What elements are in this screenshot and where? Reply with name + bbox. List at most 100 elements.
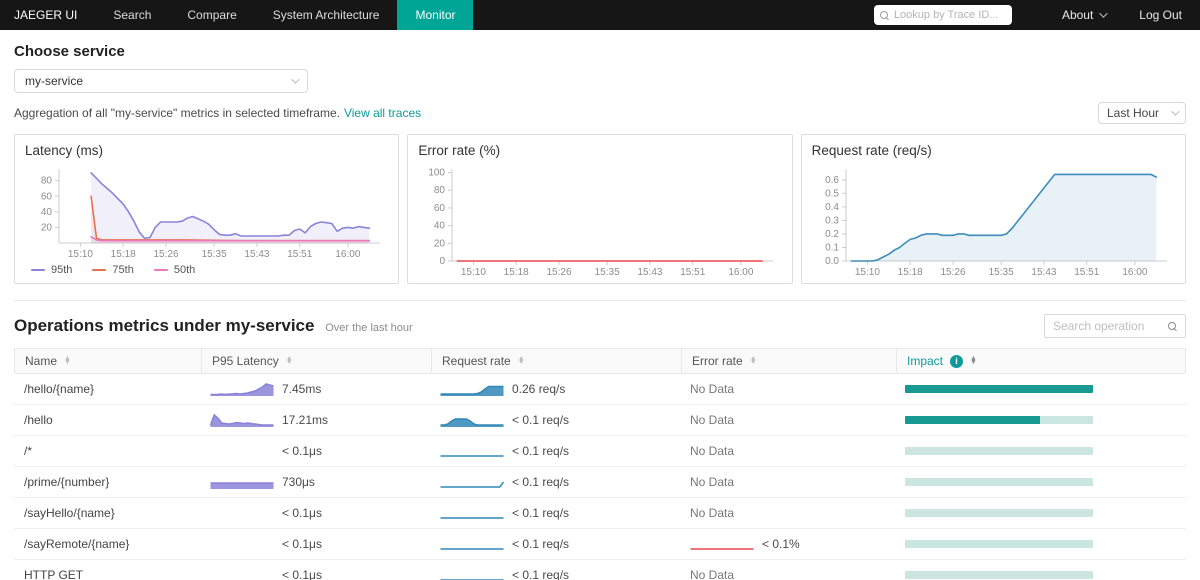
latency-sparkline (210, 443, 274, 459)
svg-text:60: 60 (41, 191, 53, 202)
impact-bar (905, 540, 1093, 548)
latency-sparkline (210, 381, 274, 397)
svg-text:15:51: 15:51 (287, 249, 312, 260)
latency-chart-panel: Latency (ms) 20 40 60 80 15:10 15:18 15:26 15:3… (14, 134, 400, 284)
logout-button[interactable]: Log Out (1129, 8, 1200, 22)
svg-text:0: 0 (440, 256, 446, 267)
legend-item-75th[interactable]: 75th (92, 264, 134, 276)
operation-name[interactable]: /sayRemote/{name} (14, 529, 200, 559)
service-charts-row: Latency (ms) 20 40 60 80 15:10 15:18 15:26 15:3… (14, 134, 1186, 284)
operation-search-input[interactable] (1053, 319, 1163, 333)
operation-name[interactable]: /prime/{number} (14, 467, 200, 497)
view-all-traces-link[interactable]: View all traces (344, 106, 421, 120)
svg-text:16:00: 16:00 (335, 249, 360, 260)
about-menu[interactable]: About (1038, 8, 1129, 22)
request-rate-value: < 0.1 req/s (512, 537, 570, 551)
request-rate-value: < 0.1 req/s (512, 444, 570, 458)
latency-value: 730μs (282, 475, 315, 489)
svg-text:15:18: 15:18 (897, 267, 922, 278)
table-row: /sayRemote/{name} < 0.1μs < 0.1 req/s < 0.1… (14, 529, 1186, 560)
legend-item-95th[interactable]: 95th (31, 264, 72, 276)
impact-info-icon[interactable]: i (950, 354, 964, 368)
choose-service-title: Choose service (14, 43, 125, 60)
latency-value: < 0.1μs (282, 506, 322, 520)
impact-bar (905, 416, 1093, 424)
svg-text:15:18: 15:18 (111, 249, 136, 260)
request-rate-sparkline (440, 381, 504, 397)
error-rate-cell: No Data (680, 498, 895, 528)
sort-icon[interactable]: ▲ ▼ (750, 355, 757, 366)
svg-text:15:18: 15:18 (504, 267, 529, 278)
nav-item-monitor[interactable]: Monitor (397, 0, 474, 30)
trace-lookup-input[interactable] (893, 9, 1006, 21)
error-rate-chart-title: Error rate (%) (418, 143, 501, 158)
request-rate-value-cell: 0.26 req/s (430, 374, 680, 404)
aggregation-text: Aggregation of all "my-service" metrics … (14, 106, 422, 120)
jaeger-logo[interactable]: JAEGER UI (0, 0, 95, 30)
nav-item-search[interactable]: Search (95, 0, 169, 30)
legend-item-50th[interactable]: 50th (153, 264, 195, 276)
svg-text:15:51: 15:51 (681, 267, 706, 278)
error-rate-value: No Data (690, 382, 735, 396)
request-rate-chart: 0.0 0.1 0.2 0.3 0.4 0.5 0.6 15:10 15:18 15:26 15:3… (812, 163, 1175, 279)
operations-table: Name ▲ ▼ P95 Latency ▲ ▼ Request rate ▲ ▼ E… (14, 348, 1186, 580)
column-header-name[interactable]: Name ▲ ▼ (15, 349, 201, 373)
operation-name[interactable]: /hello (14, 405, 200, 435)
request-rate-sparkline (440, 412, 504, 428)
svg-text:16:00: 16:00 (1122, 267, 1147, 278)
svg-text:15:51: 15:51 (1074, 267, 1099, 278)
error-rate-value: No Data (690, 506, 735, 520)
latency-value: < 0.1μs (282, 537, 322, 551)
request-rate-value-cell: < 0.1 req/s (430, 467, 680, 497)
impact-bar (905, 509, 1093, 517)
impact-bar-fill (905, 416, 1041, 424)
operation-name[interactable]: /sayHello/{name} (14, 498, 200, 528)
request-rate-value: < 0.1 req/s (512, 475, 570, 489)
impact-bar-fill (905, 385, 1093, 393)
sort-icon[interactable]: ▲ ▼ (970, 355, 977, 366)
latency-value: < 0.1μs (282, 568, 322, 580)
svg-text:15:26: 15:26 (153, 249, 178, 260)
request-rate-sparkline (440, 474, 505, 490)
error-rate-value: No Data (690, 444, 735, 458)
error-rate-cell: No Data (680, 560, 895, 580)
svg-text:0.0: 0.0 (825, 256, 839, 267)
column-header-error-rate[interactable]: Error rate ▲ ▼ (681, 349, 896, 373)
impact-bar (905, 571, 1093, 579)
operation-search-box (1044, 314, 1186, 338)
column-header-p95-latency[interactable]: P95 Latency ▲ ▼ (201, 349, 431, 373)
impact-cell (895, 498, 1186, 528)
timeframe-select[interactable]: Last Hour (1098, 102, 1186, 124)
sort-icon[interactable]: ▲ ▼ (286, 355, 293, 366)
svg-text:15:26: 15:26 (547, 267, 572, 278)
service-select[interactable]: my-service (14, 69, 308, 93)
latency-value-cell: < 0.1μs (200, 529, 430, 559)
latency-value-cell: < 0.1μs (200, 436, 430, 466)
latency-value-cell: < 0.1μs (200, 560, 430, 580)
table-row: /* < 0.1μs < 0.1 req/s No Data (14, 436, 1186, 467)
timeframe-value: Last Hour (1107, 106, 1160, 120)
impact-cell (895, 405, 1186, 435)
latency-chart-legend: 95th 75th 50th (25, 261, 388, 279)
latency-value-cell: 7.45ms (200, 374, 430, 404)
operation-name[interactable]: /* (14, 436, 200, 466)
operation-name[interactable]: HTTP GET (14, 560, 200, 580)
column-header-request-rate[interactable]: Request rate ▲ ▼ (431, 349, 681, 373)
svg-text:15:35: 15:35 (988, 267, 1013, 278)
sort-icon[interactable]: ▲ ▼ (64, 355, 71, 366)
request-rate-value: < 0.1 req/s (512, 413, 570, 427)
top-nav: JAEGER UI Search Compare System Architectu… (0, 0, 1200, 30)
nav-item-system-architecture[interactable]: System Architecture (255, 0, 398, 30)
error-rate-value: < 0.1% (762, 537, 800, 551)
error-rate-sparkline (690, 536, 754, 552)
svg-text:15:43: 15:43 (1031, 267, 1056, 278)
column-header-impact[interactable]: Impact i ▲ ▼ (896, 349, 1185, 373)
nav-item-compare[interactable]: Compare (169, 0, 254, 30)
trace-lookup-box (873, 5, 1012, 25)
request-rate-chart-panel: Request rate (req/s) 0.0 0.1 0.2 0.3 0.4 0.5 0… (800, 134, 1186, 284)
request-rate-value: < 0.1 req/s (512, 568, 570, 580)
operation-name[interactable]: /hello/{name} (14, 374, 200, 404)
request-rate-sparkline (440, 505, 504, 521)
chevron-down-icon (291, 75, 300, 84)
sort-icon[interactable]: ▲ ▼ (518, 355, 525, 366)
